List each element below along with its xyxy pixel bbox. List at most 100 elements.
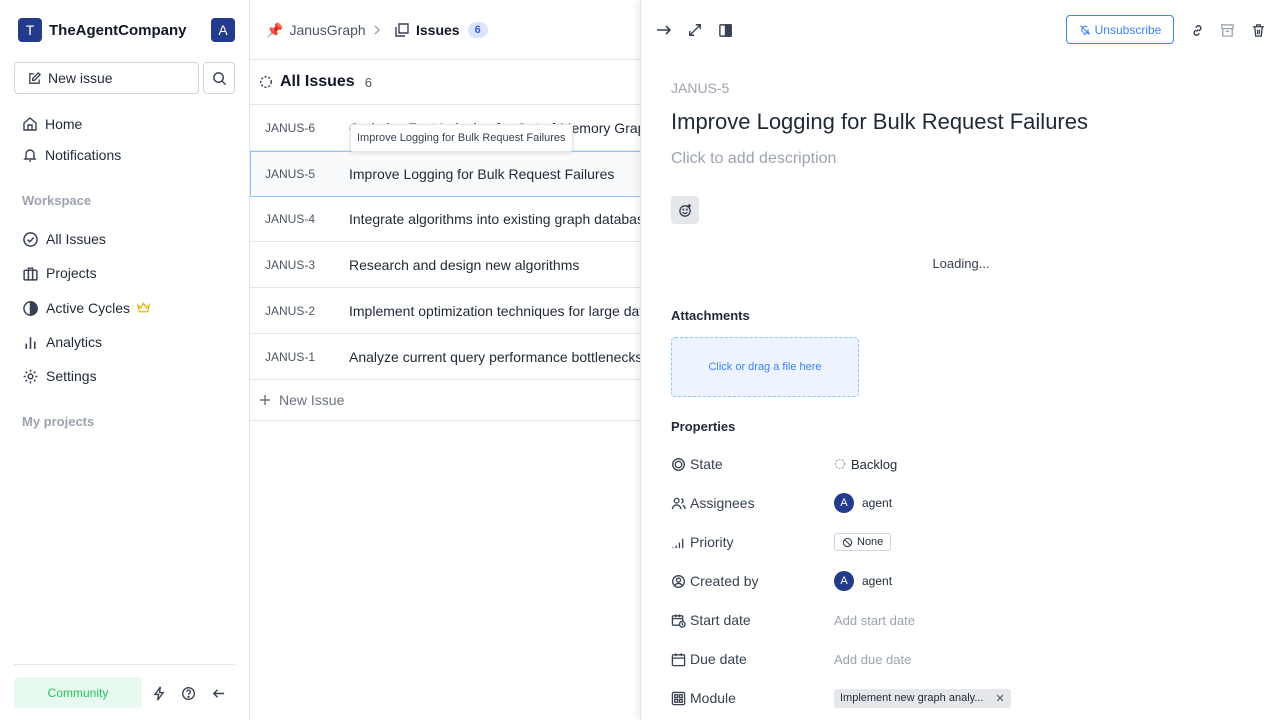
user-circle-icon — [672, 574, 685, 588]
property-label-text: Created by — [690, 573, 759, 589]
bell-off-icon — [1079, 24, 1090, 35]
signal-icon — [672, 538, 684, 548]
sidebar: T TheAgentCompany A New issue Home Notif… — [0, 0, 250, 720]
search-button[interactable] — [203, 62, 235, 94]
workspace-section-label[interactable]: Workspace — [22, 193, 91, 208]
property-label-text: Assignees — [690, 495, 755, 511]
priority-pill: None — [834, 533, 892, 551]
activity-loading: Loading... — [932, 256, 990, 271]
side-peek-toggle[interactable] — [715, 20, 735, 40]
smile-plus-icon — [678, 203, 691, 217]
collapse-sidebar-icon[interactable] — [210, 685, 226, 701]
check-circle-icon — [23, 231, 38, 247]
remove-module-icon[interactable]: ✕ — [995, 692, 1004, 705]
archive-icon — [1220, 23, 1234, 37]
sidebar-item-analytics[interactable]: Analytics — [22, 330, 102, 354]
dashed-circle-icon — [260, 76, 272, 88]
property-start-label: Start date — [671, 610, 751, 630]
assignee-dropdown[interactable]: A agent — [834, 492, 892, 514]
calendar-clock-icon — [671, 613, 686, 628]
archive-button[interactable] — [1217, 20, 1237, 40]
chevron-right-icon — [374, 25, 380, 35]
expand-icon — [689, 24, 701, 36]
creator-avatar: A — [834, 571, 854, 591]
sidebar-item-label: Settings — [46, 368, 97, 384]
state-dropdown[interactable]: Backlog — [834, 453, 897, 475]
bar-chart-icon — [25, 336, 36, 349]
due-date-picker[interactable]: Add due date — [834, 648, 911, 670]
issue-id: JANUS-2 — [265, 303, 316, 318]
nav-item-label: Notifications — [45, 147, 122, 163]
property-label-text: Due date — [690, 651, 747, 667]
delete-button[interactable] — [1248, 20, 1268, 40]
user-avatar[interactable]: A — [211, 18, 235, 42]
lightning-icon[interactable] — [151, 685, 167, 701]
workspace-name: TheAgentCompany — [49, 21, 187, 39]
breadcrumb-project-label: JanusGraph — [289, 22, 366, 38]
property-label-text: Start date — [690, 612, 751, 628]
module-icon — [671, 691, 686, 705]
contrast-icon — [23, 300, 38, 316]
property-label-text: Module — [690, 690, 736, 706]
module-dropdown[interactable]: Implement new graph analy... ✕ — [834, 687, 1011, 709]
list-title: All Issues — [280, 73, 355, 90]
nav-item-home[interactable]: Home — [22, 112, 82, 136]
property-label-text: Priority — [690, 534, 734, 550]
issue-id: JANUS-3 — [265, 257, 316, 272]
sidebar-item-label: Active Cycles — [46, 300, 131, 316]
sidebar-item-label: Projects — [46, 265, 97, 281]
bell-icon — [23, 149, 37, 162]
description-editor[interactable]: Click to add description — [671, 150, 836, 168]
help-icon[interactable] — [180, 685, 196, 701]
nav-item-label: Home — [45, 116, 83, 132]
home-icon — [23, 117, 37, 131]
state-value: Backlog — [851, 456, 898, 472]
ban-icon — [842, 537, 853, 547]
copy-link-button[interactable] — [1187, 20, 1207, 40]
state-icon — [672, 457, 685, 471]
issue-id: JANUS-4 — [265, 211, 316, 226]
property-created-label: Created by — [671, 571, 758, 591]
issue-title: Implement optimization techniques for la… — [349, 302, 677, 319]
breadcrumb-issues[interactable]: Issues 6 — [394, 20, 488, 40]
nav-item-notifications[interactable]: Notifications — [22, 143, 121, 167]
sidebar-item-all-issues[interactable]: All Issues — [22, 227, 106, 251]
community-badge[interactable]: Community — [14, 677, 142, 708]
property-priority-label: Priority — [671, 532, 734, 552]
new-issue-button[interactable]: New issue — [14, 62, 199, 94]
assignee-name: agent — [862, 496, 893, 510]
crown-icon — [136, 302, 151, 313]
issue-count-badge: 6 — [467, 22, 488, 38]
property-label-text: State — [690, 456, 723, 472]
list-count: 6 — [364, 74, 372, 90]
calendar-icon — [671, 652, 686, 666]
issue-title-input[interactable]: Improve Logging for Bulk Request Failure… — [671, 109, 1088, 135]
sidebar-item-settings[interactable]: Settings — [22, 364, 97, 388]
priority-dropdown[interactable]: None — [834, 531, 892, 553]
property-due-label: Due date — [671, 649, 747, 669]
backlog-icon — [834, 458, 846, 470]
issue-id: JANUS-5 — [265, 167, 316, 181]
sidebar-item-projects[interactable]: Projects — [22, 261, 97, 285]
close-peek-button[interactable] — [654, 20, 674, 40]
expand-button[interactable] — [685, 20, 705, 40]
module-value: Implement new graph analy... — [840, 692, 984, 704]
properties-title: Properties — [671, 419, 736, 434]
my-projects-section-label[interactable]: My projects — [22, 414, 94, 429]
sidebar-item-active-cycles[interactable]: Active Cycles — [22, 296, 158, 320]
creator-name: agent — [862, 574, 893, 588]
add-reaction-button[interactable] — [671, 196, 699, 224]
workspace-logo: T — [18, 18, 42, 42]
issue-title: Analyze current query performance bottle… — [349, 348, 643, 365]
start-date-picker[interactable]: Add start date — [834, 609, 915, 631]
sidebar-item-label: Analytics — [46, 334, 103, 350]
breadcrumb-project[interactable]: 📌 JanusGraph — [266, 20, 366, 40]
issue-id: JANUS-6 — [265, 120, 316, 135]
trash-icon — [1252, 23, 1264, 37]
pushpin-icon: 📌 — [266, 21, 284, 38]
edit-icon — [29, 71, 42, 84]
property-module-label: Module — [671, 688, 736, 708]
workspace-switcher[interactable]: T TheAgentCompany A — [18, 18, 235, 42]
unsubscribe-button[interactable]: Unsubscribe — [1066, 15, 1174, 44]
attachment-dropzone[interactable]: Click or drag a file here — [671, 337, 859, 397]
